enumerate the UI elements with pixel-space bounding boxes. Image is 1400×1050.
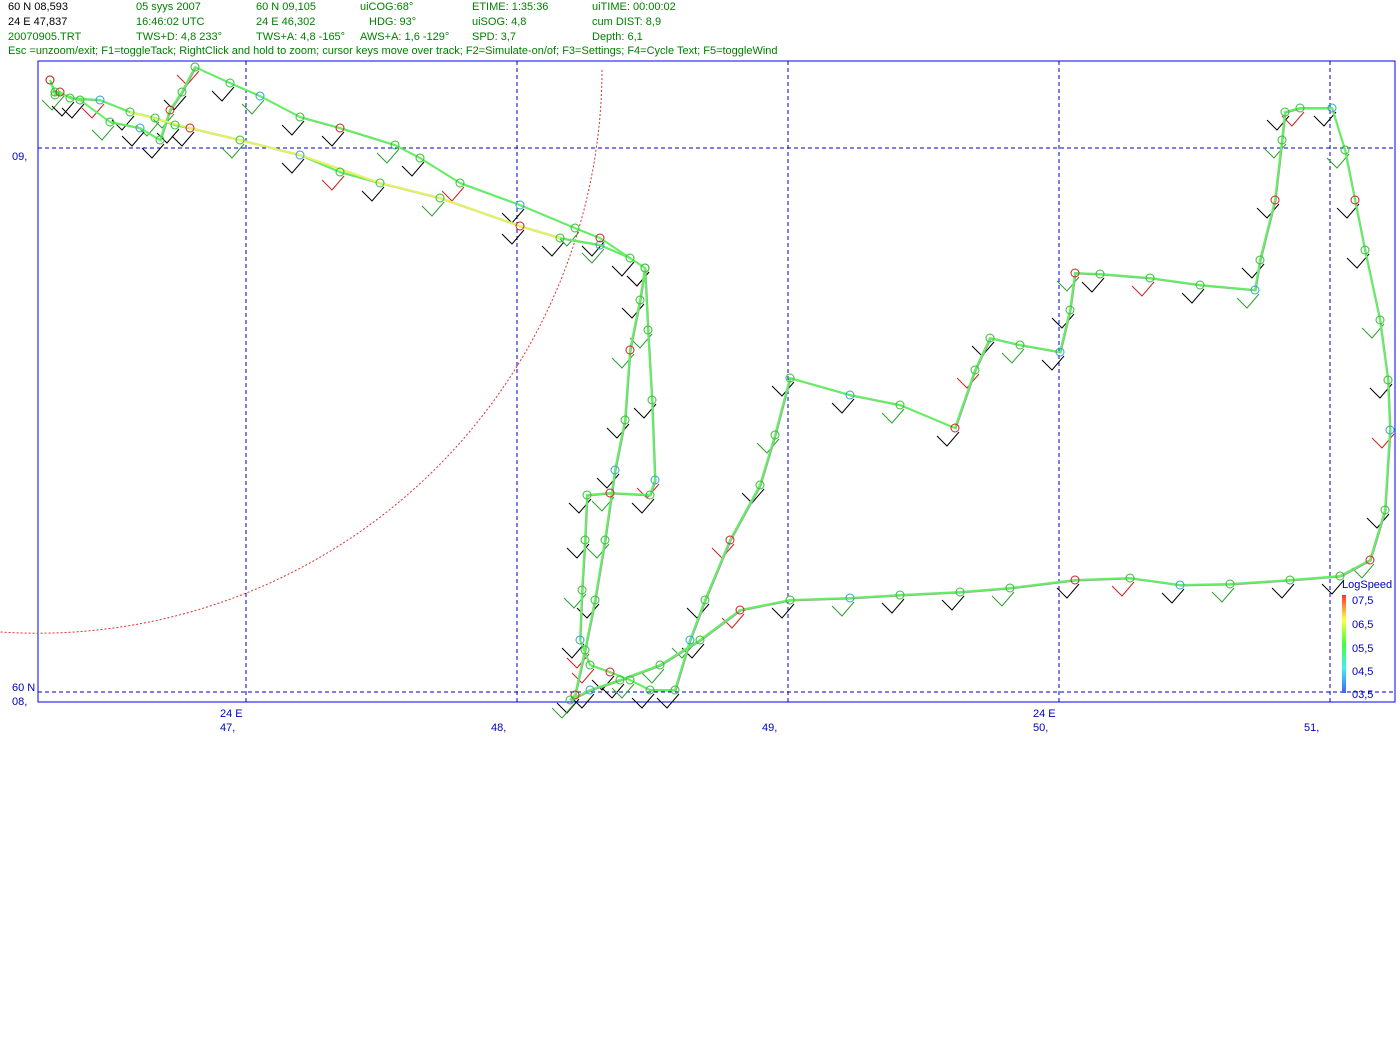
wind-barb — [771, 603, 795, 619]
wind-barb — [581, 248, 605, 264]
wind-barb — [611, 261, 635, 277]
wind-barb — [1351, 563, 1375, 579]
wind-barb — [1366, 513, 1390, 529]
wind-barb — [1131, 281, 1155, 297]
wind-barb — [1211, 587, 1235, 603]
gps-track[interactable] — [49, 65, 1392, 701]
wind-barb — [771, 381, 795, 397]
y-label-60n: 60 N — [12, 682, 35, 694]
wind-barb — [1236, 293, 1260, 309]
wind-barb — [211, 86, 235, 102]
wind-barb — [1256, 203, 1280, 219]
wind-barb — [376, 148, 400, 164]
wind-barb — [831, 601, 855, 617]
wind-barb — [421, 201, 445, 217]
wind-barb — [541, 241, 565, 257]
y-label-08: 08, — [12, 696, 27, 708]
wind-barb — [1321, 579, 1345, 595]
track-chart[interactable]: 09, 60 N 08, 24 E 47, 48, 49, 24 E 50, 5… — [0, 0, 1400, 1050]
legend-tick-4: 03,5 — [1352, 689, 1373, 701]
wind-barb — [656, 693, 680, 709]
wind-barb — [756, 438, 780, 454]
x-label-51: 51, — [1304, 722, 1319, 734]
y-label-09: 09, — [12, 151, 27, 163]
wind-barb — [991, 591, 1015, 607]
wind-barb — [361, 186, 385, 202]
wind-barb — [831, 398, 855, 414]
wind-barb — [1271, 583, 1295, 599]
wind-barb — [171, 131, 195, 147]
track-shadow — [50, 67, 1392, 702]
wind-barb — [321, 175, 345, 191]
wind-barb — [1056, 583, 1080, 599]
wind-barb — [941, 595, 965, 611]
wind-barb — [91, 125, 115, 141]
wind-barb — [586, 543, 610, 559]
x-deg-label-2: 24 E — [1033, 708, 1056, 720]
legend-title: LogSpeed — [1342, 579, 1392, 591]
wind-barb — [1081, 277, 1105, 293]
wind-barb — [281, 120, 305, 136]
x-label-48: 48, — [491, 722, 506, 734]
wind-barb — [936, 431, 960, 447]
plot-frame — [37, 60, 1396, 703]
wind-barb — [621, 303, 645, 319]
wind-barb — [1161, 588, 1185, 604]
grid-lines — [38, 61, 1395, 702]
wind-barb — [551, 703, 575, 719]
legend-tick-0: 07,5 — [1352, 595, 1373, 607]
gps-track-fast-segment — [129, 111, 561, 239]
wind-barb — [1001, 348, 1025, 364]
wind-barb — [221, 143, 245, 159]
wind-barb — [61, 103, 85, 119]
wind-barb — [881, 598, 905, 614]
x-label-47: 47, — [220, 722, 235, 734]
legend-tick-3: 04,5 — [1352, 666, 1373, 678]
wind-barb — [1041, 355, 1065, 371]
wind-barb — [956, 373, 980, 389]
wind-barb — [1241, 263, 1265, 279]
wind-barb — [321, 131, 345, 147]
track-markers — [45, 62, 1395, 705]
x-label-50: 50, — [1033, 722, 1048, 734]
legend-tick-1: 06,5 — [1352, 619, 1373, 631]
speed-legend: LogSpeed 07,5 06,5 05,5 04,5 03,5 — [1342, 579, 1392, 701]
wind-barb — [571, 668, 595, 684]
wind-barb — [1111, 581, 1135, 597]
wind-barb — [501, 229, 525, 245]
wind-barb — [401, 161, 425, 177]
wind-barb — [606, 423, 630, 439]
wind-barb — [121, 131, 145, 147]
wind-barb — [881, 408, 905, 424]
wind-barb — [631, 498, 655, 514]
x-label-49: 49, — [762, 722, 777, 734]
wind-barb — [241, 99, 265, 115]
wind-barb — [1181, 288, 1205, 304]
wind-barb — [611, 683, 635, 699]
wind-barb — [141, 143, 165, 159]
legend-tick-2: 05,5 — [1352, 643, 1373, 655]
wind-barb — [1313, 111, 1337, 127]
wind-barbs — [41, 70, 1395, 719]
wind-barb — [281, 158, 305, 174]
wind-barb — [1051, 313, 1075, 329]
legend-color-bar — [1342, 595, 1346, 693]
x-deg-label-1: 24 E — [220, 708, 243, 720]
wind-barb — [631, 693, 655, 709]
